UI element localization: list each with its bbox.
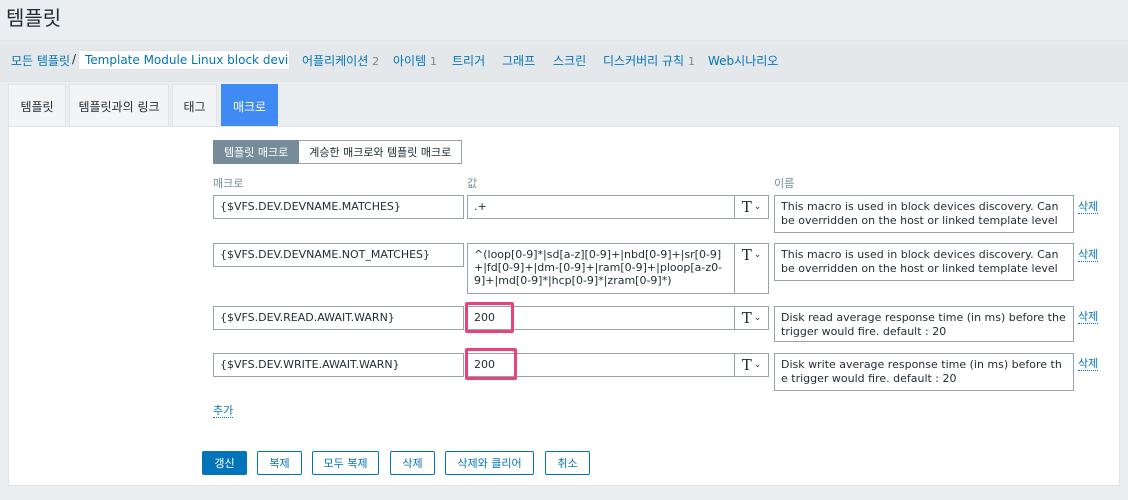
breadcrumb-items[interactable]: 아이템 1 xyxy=(393,52,437,69)
remove-macro-link[interactable]: 삭제 xyxy=(1078,200,1099,214)
breadcrumb-current-template[interactable]: Template Module Linux block devic... xyxy=(78,50,290,70)
breadcrumb-applications[interactable]: 어플리케이션 2 xyxy=(302,52,379,69)
full-clone-button[interactable]: 모두 복제 xyxy=(312,451,379,475)
text-type-icon: T xyxy=(741,198,752,216)
value-highlight-frame xyxy=(465,302,514,333)
macro-value-field[interactable]: .+ xyxy=(467,195,735,219)
page-title: 템플릿 xyxy=(6,6,62,30)
value-type-button[interactable]: T ⌄ xyxy=(734,353,769,377)
cancel-button[interactable]: 취소 xyxy=(545,451,590,475)
macro-scope-toggle: 템플릿 매크로 계승한 매크로와 템플릿 매크로 xyxy=(213,140,463,164)
chevron-down-icon: ⌄ xyxy=(753,250,762,260)
breadcrumb-bar: 모든 템플릿 / Template Module Linux block dev… xyxy=(0,40,1128,82)
column-header-macro: 매크로 xyxy=(213,177,244,190)
chevron-down-icon: ⌄ xyxy=(753,313,762,323)
delete-and-clear-button[interactable]: 삭제와 클리어 xyxy=(445,451,534,475)
macro-value-field[interactable]: ^(loop[0-9]*|sd[a-z][0-9]+|nbd[0-9]+|sr[… xyxy=(467,243,735,294)
inherited-macros-option[interactable]: 계승한 매크로와 템플릿 매크로 xyxy=(299,140,463,164)
value-type-button[interactable]: T ⌄ xyxy=(734,243,769,294)
text-type-icon: T xyxy=(741,356,752,374)
macro-name-field[interactable]: {$VFS.DEV.WRITE.AWAIT.WARN} xyxy=(213,353,464,377)
column-header-description: 이름 xyxy=(774,177,795,190)
tab-linked-templates[interactable]: 템플릿과의 링크 xyxy=(69,84,169,127)
value-type-button[interactable]: T ⌄ xyxy=(734,306,769,330)
macro-description-field[interactable]: Disk read average response time (in ms) … xyxy=(774,306,1074,342)
breadcrumb-discovery-label: 디스커버리 규칙 xyxy=(603,54,685,68)
breadcrumb-triggers[interactable]: 트리거 xyxy=(452,52,485,69)
breadcrumb-separator: / xyxy=(72,52,77,66)
macro-description-field[interactable]: This macro is used in block devices disc… xyxy=(774,243,1074,281)
macro-description-field[interactable]: Disk write average response time (in ms)… xyxy=(774,353,1074,391)
column-header-value: 값 xyxy=(467,177,478,190)
breadcrumb-all-templates[interactable]: 모든 템플릿 xyxy=(11,52,70,69)
delete-button[interactable]: 삭제 xyxy=(390,451,435,475)
macro-description-field[interactable]: This macro is used in block devices disc… xyxy=(774,195,1074,233)
breadcrumb-web-scenarios[interactable]: Web시나리오 xyxy=(708,52,778,69)
update-button[interactable]: 갱신 xyxy=(202,451,247,475)
text-type-icon: T xyxy=(741,246,752,264)
breadcrumb-applications-label: 어플리케이션 xyxy=(302,54,369,68)
tab-template[interactable]: 템플릿 xyxy=(8,84,66,127)
tab-tags[interactable]: 태그 xyxy=(172,84,217,127)
macro-name-field[interactable]: {$VFS.DEV.DEVNAME.MATCHES} xyxy=(213,195,464,219)
text-type-icon: T xyxy=(741,309,752,327)
chevron-down-icon: ⌄ xyxy=(753,202,762,212)
breadcrumb-items-label: 아이템 xyxy=(393,54,427,68)
tab-bar: 템플릿 템플릿과의 링크 태그 매크로 xyxy=(0,81,1128,127)
tab-macros[interactable]: 매크로 xyxy=(221,84,278,127)
macro-name-field[interactable]: {$VFS.DEV.DEVNAME.NOT_MATCHES} xyxy=(213,243,464,267)
chevron-down-icon: ⌄ xyxy=(753,360,762,370)
breadcrumb-screens[interactable]: 스크린 xyxy=(553,52,586,69)
remove-macro-link[interactable]: 삭제 xyxy=(1078,310,1099,324)
clone-button[interactable]: 복제 xyxy=(257,451,302,475)
macro-name-field[interactable]: {$VFS.DEV.READ.AWAIT.WARN} xyxy=(213,306,464,330)
breadcrumb-graphs[interactable]: 그래프 xyxy=(502,52,535,69)
breadcrumb-items-count: 1 xyxy=(429,55,437,68)
value-type-button[interactable]: T ⌄ xyxy=(734,195,769,219)
breadcrumb-discovery-count: 1 xyxy=(687,55,695,68)
remove-macro-link[interactable]: 삭제 xyxy=(1078,357,1099,371)
add-macro-link[interactable]: 추가 xyxy=(213,404,234,418)
value-highlight-frame xyxy=(465,348,517,380)
breadcrumb-discovery-rules[interactable]: 디스커버리 규칙 1 xyxy=(603,52,695,69)
breadcrumb-applications-count: 2 xyxy=(372,55,380,68)
template-macros-option[interactable]: 템플릿 매크로 xyxy=(213,140,300,164)
remove-macro-link[interactable]: 삭제 xyxy=(1078,248,1099,262)
